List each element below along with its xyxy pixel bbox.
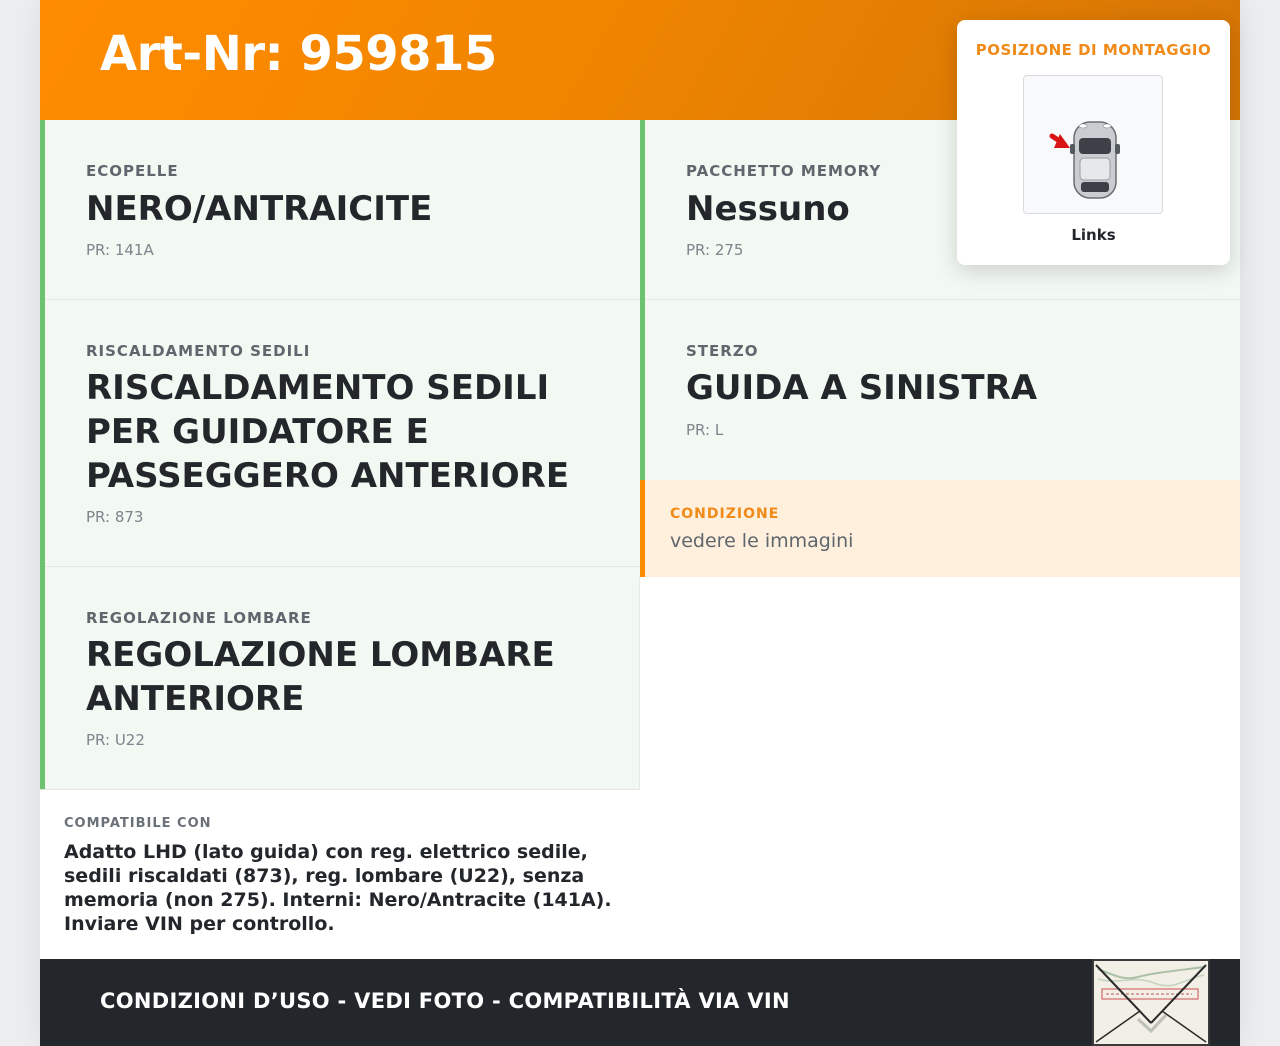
car-top-view-icon — [1049, 121, 1120, 199]
spec-value: RISCALDAMENTO SEDILI PER GUIDATORE E PAS… — [86, 368, 570, 496]
compatibility-section: COMPATIBILE CON Adatto LHD (lato guida) … — [40, 790, 640, 960]
footer-text: CONDIZIONI D’USO - VEDI FOTO - COMPATIBI… — [100, 989, 790, 1013]
mounting-side-label: Links — [1071, 226, 1116, 244]
compatibility-text: Adatto LHD (lato guida) con reg. elettri… — [64, 841, 612, 935]
spec-value: REGOLAZIONE LOMBARE ANTERIORE — [86, 635, 555, 719]
spec-lumbar: REGOLAZIONE LOMBARE REGOLAZIONE LOMBARE … — [40, 567, 640, 790]
spec-pr-code: PR: 873 — [86, 508, 144, 526]
condition-text: vedere le immagini — [670, 530, 854, 552]
envelope-icon — [1094, 961, 1208, 1044]
spec-heating: RISCALDAMENTO SEDILI RISCALDAMENTO SEDIL… — [40, 300, 640, 567]
mounting-title: POSIZIONE DI MONTAGGIO — [975, 41, 1212, 59]
mounting-image — [1023, 75, 1163, 214]
spec-pr-code: PR: 141A — [86, 241, 154, 259]
red-arrow-icon — [1049, 133, 1070, 148]
condition-label: CONDIZIONE — [670, 506, 780, 522]
spec-pr-code: PR: 275 — [686, 241, 744, 259]
spec-value: GUIDA A SINISTRA — [686, 368, 1038, 408]
mounting-position-card: POSIZIONE DI MONTAGGIO Links — [957, 20, 1230, 265]
envelope-stamp-image — [1092, 959, 1210, 1046]
cell-divider — [645, 299, 1240, 300]
spec-value: NERO/ANTRAICITE — [86, 189, 433, 229]
article-number-title: Art-Nr: 959815 — [100, 26, 497, 82]
spec-ecopelle: ECOPELLE NERO/ANTRAICITE PR: 141A — [40, 120, 640, 300]
cell-divider — [45, 566, 640, 567]
footer-bar: CONDIZIONI D’USO - VEDI FOTO - COMPATIBI… — [40, 959, 1240, 1046]
spec-label: PACCHETTO MEMORY — [686, 162, 882, 180]
spec-pr-code: PR: U22 — [86, 731, 145, 749]
compatibility-label: COMPATIBILE CON — [64, 816, 212, 831]
spec-label: STERZO — [686, 342, 759, 360]
cell-divider — [45, 299, 640, 300]
condition-box: CONDIZIONE vedere le immagini — [640, 480, 1240, 577]
spec-steering: STERZO GUIDA A SINISTRA PR: L — [640, 300, 1240, 480]
spec-pr-code: PR: L — [686, 421, 724, 439]
spec-label: REGOLAZIONE LOMBARE — [86, 609, 312, 627]
spec-label: ECOPELLE — [86, 162, 179, 180]
spec-label: RISCALDAMENTO SEDILI — [86, 342, 311, 360]
